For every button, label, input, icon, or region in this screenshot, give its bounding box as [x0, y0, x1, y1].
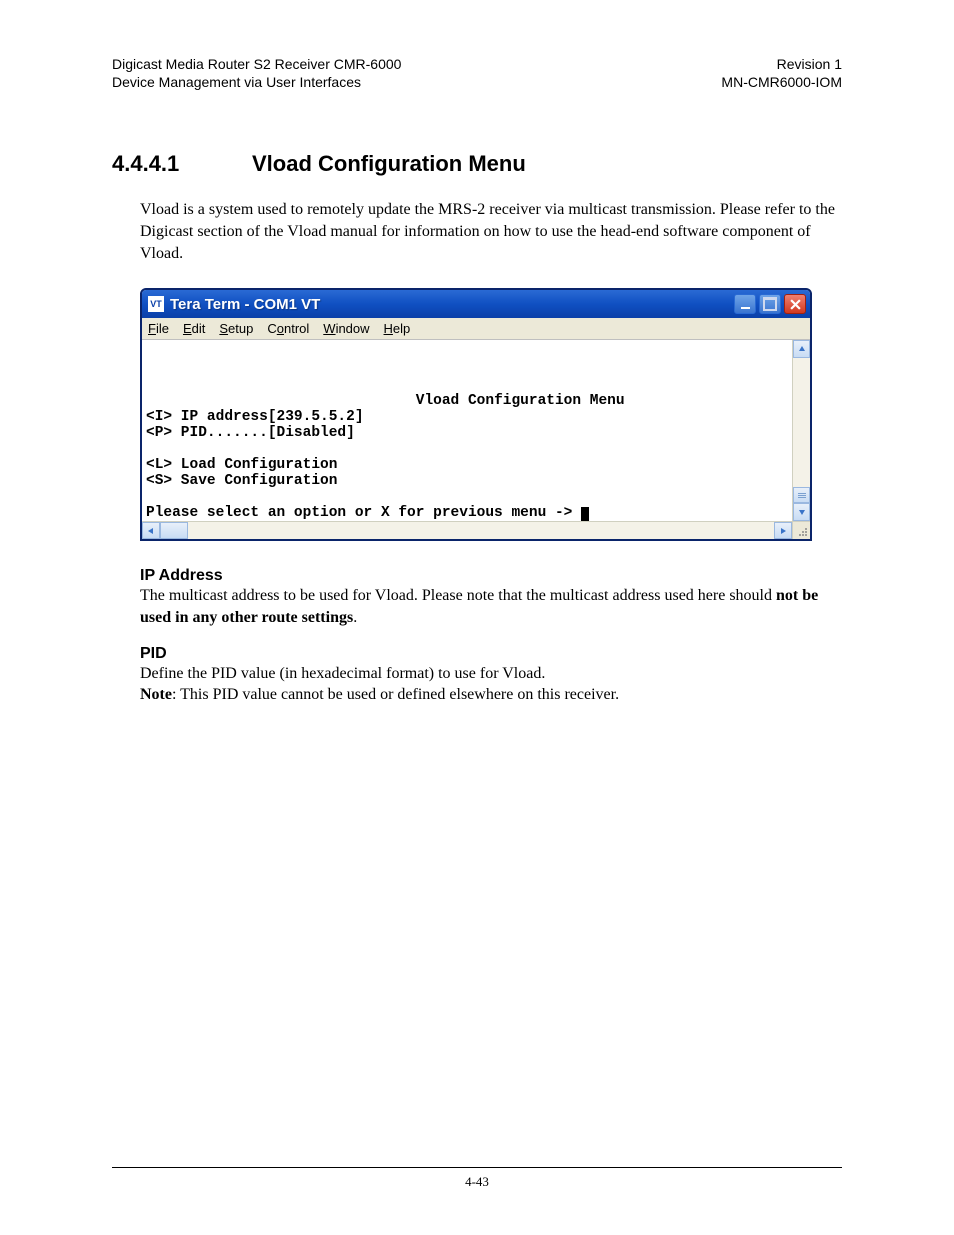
horizontal-scrollbar[interactable] [142, 521, 792, 539]
pid-heading: PID [140, 645, 842, 663]
close-button[interactable] [784, 294, 806, 314]
menu-setup[interactable]: Setup [219, 321, 253, 336]
hscroll-track[interactable] [160, 522, 774, 539]
section-number: 4.4.4.1 [112, 151, 252, 177]
resize-grip-icon[interactable] [792, 521, 810, 539]
ip-address-text: The multicast address to be used for Vlo… [140, 585, 842, 628]
header-subtitle: Device Management via User Interfaces [112, 73, 401, 91]
intro-paragraph: Vload is a system used to remotely updat… [140, 199, 842, 264]
header-doc-id: MN-CMR6000-IOM [721, 73, 842, 91]
term-line-prompt: Please select an option or X for previou… [146, 505, 581, 521]
titlebar[interactable]: VT Tera Term - COM1 VT [142, 290, 810, 318]
vertical-scrollbar[interactable] [792, 340, 810, 521]
scroll-right-button[interactable] [774, 522, 792, 539]
term-line-save: <S> Save Configuration [146, 473, 337, 489]
scroll-left-button[interactable] [142, 522, 160, 539]
app-icon: VT [148, 296, 164, 312]
menubar: File Edit Setup Control Window Help [142, 318, 810, 340]
scroll-track[interactable] [793, 358, 810, 503]
term-line-ip: <I> IP address[239.5.5.2] [146, 409, 364, 425]
hscroll-thumb[interactable] [160, 522, 188, 539]
page-number: 4-43 [465, 1174, 489, 1189]
maximize-button[interactable] [759, 294, 781, 314]
menu-control[interactable]: Control [267, 321, 309, 336]
term-line-pid: <P> PID.......[Disabled] [146, 425, 355, 441]
menu-file[interactable]: File [148, 321, 169, 336]
scroll-down-button[interactable] [793, 503, 810, 521]
scroll-thumb[interactable] [793, 487, 810, 503]
terminal-body[interactable]: Vload Configuration Menu <I> IP address[… [142, 340, 792, 521]
term-line-load: <L> Load Configuration [146, 457, 337, 473]
ip-address-heading: IP Address [140, 567, 842, 585]
minimize-button[interactable] [734, 294, 756, 314]
section-title: Vload Configuration Menu [252, 151, 526, 176]
menu-edit[interactable]: Edit [183, 321, 205, 336]
section-heading: 4.4.4.1Vload Configuration Menu [112, 151, 842, 177]
header-product: Digicast Media Router S2 Receiver CMR-60… [112, 55, 401, 73]
pid-text: Define the PID value (in hexadecimal for… [140, 663, 842, 706]
cursor-icon [581, 507, 589, 521]
term-heading: Vload Configuration Menu [416, 393, 625, 409]
terminal-window: VT Tera Term - COM1 VT File Edit Setup C… [140, 288, 812, 541]
page-header: Digicast Media Router S2 Receiver CMR-60… [112, 55, 842, 91]
menu-window[interactable]: Window [323, 321, 369, 336]
header-revision: Revision 1 [721, 55, 842, 73]
page-footer: 4-43 [112, 1167, 842, 1190]
scroll-up-button[interactable] [793, 340, 810, 358]
window-title: Tera Term - COM1 VT [170, 296, 734, 313]
menu-help[interactable]: Help [384, 321, 411, 336]
